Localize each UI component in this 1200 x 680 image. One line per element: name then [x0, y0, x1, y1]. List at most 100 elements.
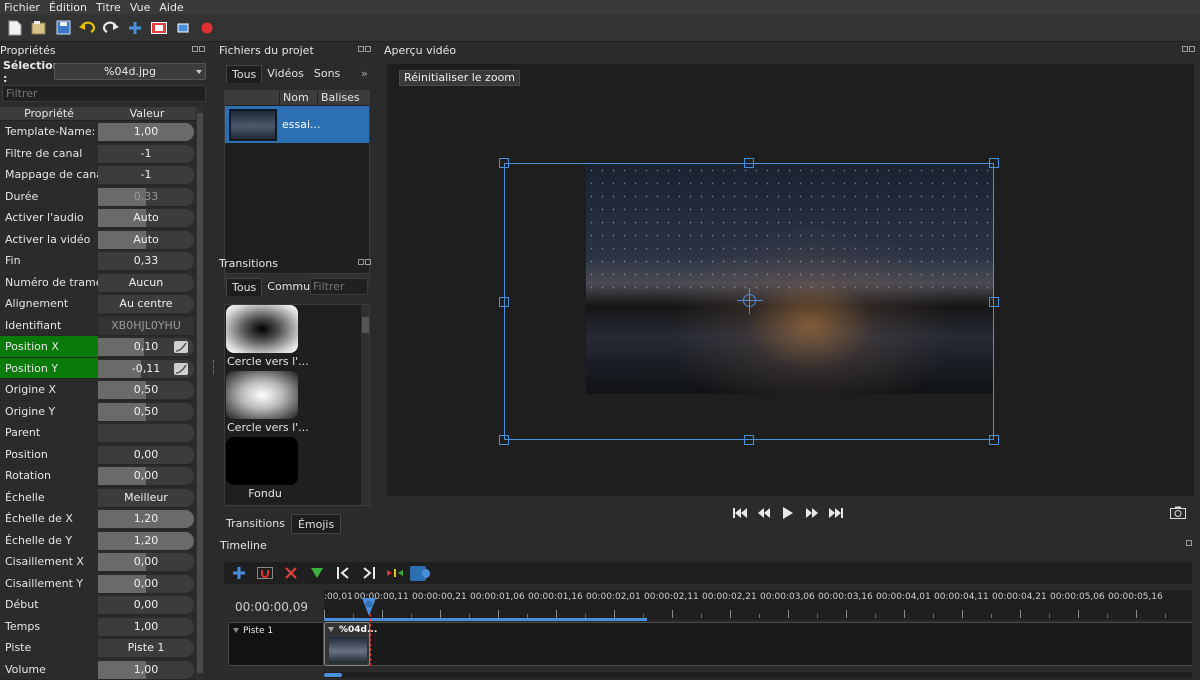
time-ruler[interactable]: :00,01 00:00:00,11 00:00:00,21 00:00:01,06 0…	[324, 590, 1192, 620]
choose-profile-icon[interactable]	[150, 19, 168, 37]
property-value-slider[interactable]: Piste 1	[98, 639, 194, 657]
property-value-slider[interactable]: -0,11	[98, 359, 194, 378]
property-row[interactable]: Identifiant XB0HJL0YHU	[0, 315, 196, 336]
transitions-filter-input[interactable]	[310, 278, 368, 295]
menu-edition[interactable]: Édition	[45, 1, 92, 14]
transition-item[interactable]: Fondu	[225, 437, 305, 500]
timeline-clip[interactable]: %04d...	[324, 622, 377, 666]
property-row[interactable]: Échelle de X 1,20	[0, 508, 196, 530]
panel-float-close-icon[interactable]	[358, 46, 372, 56]
property-row[interactable]: Début 0,00	[0, 594, 196, 616]
transform-handle[interactable]	[744, 158, 754, 168]
transform-handle[interactable]	[989, 158, 999, 168]
save-project-icon[interactable]	[54, 19, 72, 37]
property-row[interactable]: Position 0,00	[0, 444, 196, 465]
list-item[interactable]: essai...	[225, 106, 369, 143]
property-value-slider[interactable]: 0,10	[98, 338, 194, 356]
property-value-slider[interactable]: 0,00	[98, 574, 194, 593]
property-row[interactable]: Mappage de canaux -1	[0, 164, 196, 186]
transform-handle[interactable]	[744, 435, 754, 445]
export-video-icon[interactable]	[198, 19, 216, 37]
import-files-icon[interactable]	[126, 19, 144, 37]
property-value-slider[interactable]	[98, 424, 194, 442]
property-row[interactable]: Numéro de trame Aucun	[0, 272, 196, 293]
transitions-scrollbar[interactable]	[361, 305, 369, 505]
razor-icon[interactable]	[282, 564, 300, 582]
property-row[interactable]: Filtre de canal -1	[0, 143, 196, 164]
transform-handle[interactable]	[499, 435, 509, 445]
center-playhead-icon[interactable]	[386, 564, 404, 582]
property-value-slider[interactable]: 0,33	[98, 252, 194, 270]
property-row[interactable]: Piste Piste 1	[0, 637, 196, 659]
property-row[interactable]: Parent	[0, 422, 196, 444]
property-value-slider[interactable]: Auto	[98, 230, 194, 249]
next-marker-icon[interactable]	[360, 564, 378, 582]
more-tabs-icon[interactable]: »	[356, 65, 373, 83]
add-marker-icon[interactable]	[308, 564, 326, 582]
new-project-icon[interactable]	[6, 19, 24, 37]
reset-zoom-button[interactable]: Réinitialiser le zoom	[399, 70, 521, 86]
panel-float-close-icon[interactable]	[192, 46, 206, 56]
menu-vue[interactable]: Vue	[126, 1, 156, 14]
property-row[interactable]: Rotation 0,00	[0, 465, 196, 487]
transform-handle[interactable]	[499, 158, 509, 168]
property-value-slider[interactable]: 0,00	[98, 553, 194, 571]
transition-item[interactable]: Cercle vers l'...	[225, 371, 309, 434]
property-value-slider[interactable]: 0,50	[98, 402, 194, 421]
transition-item[interactable]: Cercle vers l'...	[225, 305, 309, 368]
property-row[interactable]: Position X 0,10	[0, 336, 196, 358]
property-row[interactable]: Échelle de Y 1,20	[0, 530, 196, 551]
property-row[interactable]: Origine Y 0,50	[0, 401, 196, 422]
selection-combo[interactable]: %04d.jpg	[54, 63, 206, 80]
transform-origin-crosshair-icon[interactable]	[737, 288, 763, 314]
property-row[interactable]: Origine X 0,50	[0, 379, 196, 401]
property-row[interactable]: Activer la vidéo Auto	[0, 229, 196, 250]
property-row[interactable]: Template-Name: ... 1,00	[0, 121, 196, 143]
property-value-slider[interactable]: 0,50	[98, 381, 194, 399]
add-track-icon[interactable]	[230, 564, 248, 582]
property-row[interactable]: Fin 0,33	[0, 250, 196, 272]
property-row[interactable]: Volume 1,00	[0, 659, 196, 680]
tab-tous[interactable]: Tous	[226, 278, 263, 296]
tab-emojis[interactable]: Émojis	[290, 514, 342, 534]
playhead-icon[interactable]	[361, 598, 376, 616]
property-value-slider[interactable]: -1	[98, 144, 194, 163]
redo-icon[interactable]	[102, 19, 120, 37]
property-row[interactable]: Alignement Au centre	[0, 293, 196, 315]
previous-marker-icon[interactable]	[334, 564, 352, 582]
property-value-slider[interactable]: Aucun	[98, 273, 194, 292]
property-row[interactable]: Cisaillement X 0,00	[0, 551, 196, 573]
tab-sons[interactable]: Sons	[309, 65, 345, 83]
jump-end-icon[interactable]	[828, 506, 844, 520]
transform-handle[interactable]	[989, 435, 999, 445]
snapping-icon[interactable]	[256, 564, 274, 582]
property-row[interactable]: Durée 0,33	[0, 186, 196, 207]
property-value-slider[interactable]: 0,00	[98, 596, 194, 614]
panel-float-close-icon[interactable]	[358, 259, 372, 269]
property-value-slider[interactable]: 1,00	[98, 660, 194, 679]
property-row[interactable]: Temps 1,00	[0, 616, 196, 637]
property-value-slider[interactable]: Au centre	[98, 295, 194, 313]
transform-handle[interactable]	[499, 297, 509, 307]
property-row[interactable]: Activer l'audio Auto	[0, 207, 196, 229]
jump-start-icon[interactable]	[732, 506, 748, 520]
property-row[interactable]: Cisaillement Y 0,00	[0, 573, 196, 594]
keyframe-curve-icon[interactable]	[174, 362, 188, 375]
zoom-slider-handle[interactable]	[410, 566, 430, 581]
properties-filter-input[interactable]	[2, 85, 206, 102]
property-row[interactable]: Position Y -0,11	[0, 357, 196, 379]
timeline-scrollbar[interactable]	[324, 672, 1192, 678]
track-area[interactable]	[324, 622, 1192, 666]
camera-icon[interactable]	[1170, 506, 1186, 520]
menu-fichier[interactable]: Fichier	[0, 1, 45, 14]
property-value-slider[interactable]: Meilleur ajustement	[98, 488, 194, 507]
property-row[interactable]: Échelle Meilleur ajustement	[0, 487, 196, 508]
menu-aide[interactable]: Aide	[155, 1, 188, 14]
property-value-slider[interactable]: 1,00	[98, 617, 194, 636]
transitions-list[interactable]: Cercle vers l'... Cercle vers l'... Fond…	[224, 304, 370, 506]
panel-float-icon[interactable]	[1186, 540, 1200, 550]
properties-scrollbar[interactable]	[196, 107, 204, 680]
property-value-slider[interactable]: Auto	[98, 209, 194, 227]
rewind-icon[interactable]	[756, 506, 772, 520]
property-value-slider[interactable]: XB0HJL0YHU	[98, 316, 194, 335]
